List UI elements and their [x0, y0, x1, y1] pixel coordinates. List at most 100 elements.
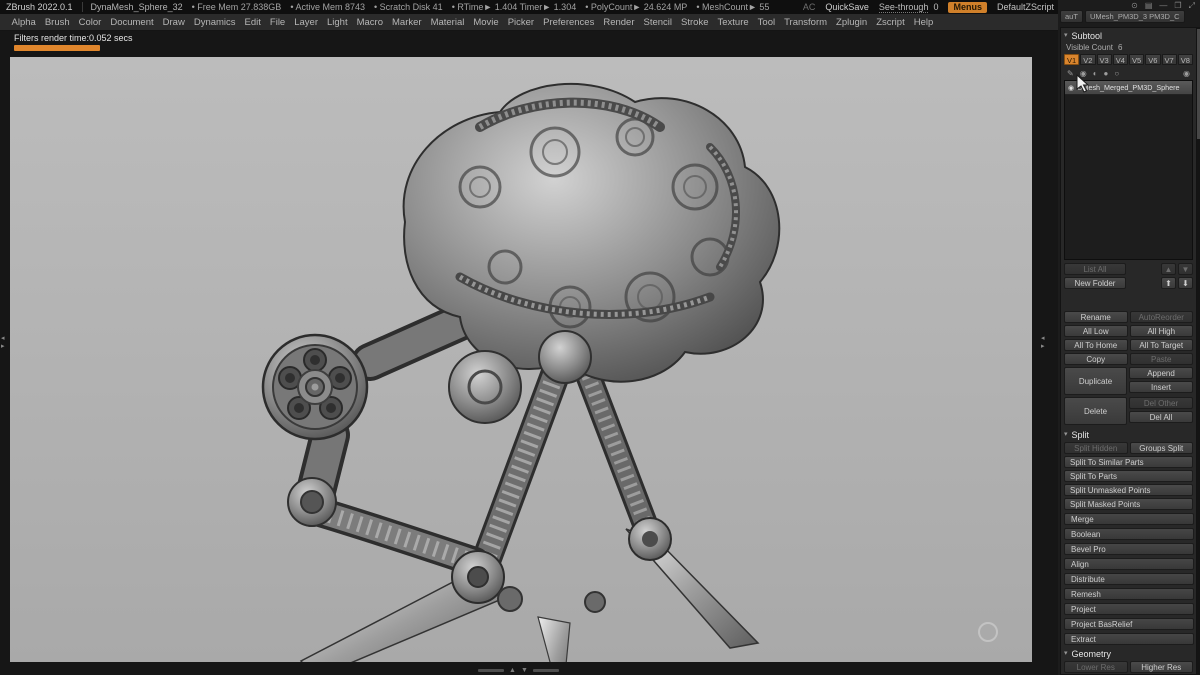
all-to-home-button[interactable]: All To Home: [1064, 339, 1128, 351]
higher-res-button[interactable]: Higher Res: [1130, 661, 1194, 673]
list-all-button[interactable]: List All: [1064, 263, 1126, 275]
tab-v5[interactable]: V5: [1129, 54, 1144, 65]
rename-button[interactable]: Rename: [1064, 311, 1128, 323]
subtool-list[interactable]: ◉ UMesh_Merged_PM3D_Sphere: [1064, 80, 1193, 260]
dot-icon[interactable]: ⊙: [1131, 1, 1138, 10]
see-through-slider[interactable]: See-through 0: [879, 2, 939, 13]
sculpt-canvas[interactable]: [10, 57, 1032, 662]
split-to-similar-parts-button[interactable]: Split To Similar Parts: [1064, 456, 1193, 468]
menu-item-stroke[interactable]: Stroke: [677, 15, 713, 30]
split-to-parts-button[interactable]: Split To Parts: [1064, 470, 1193, 482]
menu-item-stencil[interactable]: Stencil: [639, 15, 677, 30]
all-low-button[interactable]: All Low: [1064, 325, 1128, 337]
delete-button[interactable]: Delete: [1064, 397, 1127, 425]
minimize-icon[interactable]: —: [1159, 1, 1167, 10]
copy-button[interactable]: Copy: [1064, 353, 1128, 365]
menu-item-zscript[interactable]: Zscript: [872, 15, 910, 30]
subtool-section-header[interactable]: ▾ Subtool: [1064, 30, 1193, 41]
menu-item-light[interactable]: Light: [322, 15, 352, 30]
duplicate-button[interactable]: Duplicate: [1064, 367, 1127, 395]
default-zscript-button[interactable]: DefaultZScript: [997, 2, 1054, 12]
menu-item-file[interactable]: File: [265, 15, 289, 30]
sphere-icon[interactable]: ●: [1104, 69, 1109, 78]
stat-scratch-disk: • Scratch Disk 41: [374, 2, 443, 12]
bevel-pro-subpalette[interactable]: Bevel Pro: [1064, 543, 1194, 555]
align-subpalette[interactable]: Align: [1064, 558, 1194, 570]
eye-all-icon[interactable]: ◉: [1183, 69, 1190, 78]
tab-v1[interactable]: V1: [1064, 54, 1079, 65]
split-masked-points-button[interactable]: Split Masked Points: [1064, 498, 1193, 510]
scrollbar-track[interactable]: [533, 669, 559, 672]
canvas-scrollbar[interactable]: ▲ ▼: [478, 667, 559, 674]
boolean-subpalette[interactable]: Boolean: [1064, 528, 1194, 540]
lower-res-button[interactable]: Lower Res: [1064, 661, 1128, 673]
menu-item-draw[interactable]: Draw: [158, 15, 189, 30]
project-basrelief-subpalette[interactable]: Project BasRelief: [1064, 618, 1194, 630]
quicksave-button[interactable]: QuickSave: [825, 2, 869, 12]
subtool-down-button[interactable]: ▼: [1178, 263, 1193, 275]
pencil-icon[interactable]: ✎: [1067, 69, 1074, 78]
menu-item-material[interactable]: Material: [426, 15, 469, 30]
tab-v4[interactable]: V4: [1113, 54, 1128, 65]
menu-item-marker[interactable]: Marker: [388, 15, 427, 30]
subtool-up-button[interactable]: ▲: [1161, 263, 1176, 275]
menus-button[interactable]: Menus: [948, 2, 987, 13]
del-all-button[interactable]: Del All: [1129, 411, 1193, 423]
distribute-subpalette[interactable]: Distribute: [1064, 573, 1194, 585]
new-folder-button[interactable]: New Folder: [1064, 277, 1126, 289]
tab-v8[interactable]: V8: [1178, 54, 1193, 65]
menu-item-preferences[interactable]: Preferences: [539, 15, 599, 30]
scrollbar-track[interactable]: [478, 669, 504, 672]
all-high-button[interactable]: All High: [1130, 325, 1194, 337]
menu-item-dynamics[interactable]: Dynamics: [189, 15, 240, 30]
shaded-sphere-icon[interactable]: ◐: [1093, 69, 1098, 78]
split-section-header[interactable]: ▾ Split: [1064, 429, 1193, 440]
tool-tab-current[interactable]: UMesh_PM3D_3 PM3D_C: [1085, 10, 1185, 23]
merge-subpalette[interactable]: Merge: [1064, 513, 1194, 525]
expand-icon[interactable]: ⤢: [1189, 1, 1195, 10]
right-tray-toggle[interactable]: ◂ ▸: [1041, 335, 1049, 350]
remesh-subpalette[interactable]: Remesh: [1064, 588, 1194, 600]
geometry-section-header[interactable]: ▾ Geometry: [1064, 648, 1193, 659]
menu-item-macro[interactable]: Macro: [352, 15, 387, 30]
extract-subpalette[interactable]: Extract: [1064, 633, 1194, 645]
move-to-top-button[interactable]: ⬆: [1161, 277, 1176, 289]
split-hidden-button[interactable]: Split Hidden: [1064, 442, 1128, 454]
tab-v3[interactable]: V3: [1097, 54, 1112, 65]
wire-sphere-icon[interactable]: ○: [1114, 69, 1119, 78]
menu-item-edit[interactable]: Edit: [240, 15, 265, 30]
menu-item-color[interactable]: Color: [74, 15, 106, 30]
auto-reorder-button[interactable]: AutoReorder: [1130, 311, 1194, 323]
menu-item-zplugin[interactable]: Zplugin: [832, 15, 872, 30]
tab-v6[interactable]: V6: [1145, 54, 1160, 65]
menu-item-tool[interactable]: Tool: [753, 15, 779, 30]
split-unmasked-points-button[interactable]: Split Unmasked Points: [1064, 484, 1193, 496]
left-tray-toggle[interactable]: ◂ ▸: [1, 335, 9, 350]
tab-v7[interactable]: V7: [1162, 54, 1177, 65]
menu-item-transform[interactable]: Transform: [780, 15, 832, 30]
tool-tab-partial[interactable]: auT: [1060, 10, 1083, 23]
scroll-up-icon[interactable]: ▲: [509, 667, 516, 674]
menu-item-picker[interactable]: Picker: [503, 15, 538, 30]
menu-item-texture[interactable]: Texture: [713, 15, 753, 30]
menu-item-alpha[interactable]: Alpha: [7, 15, 40, 30]
scroll-down-icon[interactable]: ▼: [521, 667, 528, 674]
append-button[interactable]: Append: [1129, 367, 1193, 379]
all-to-target-button[interactable]: All To Target: [1130, 339, 1194, 351]
menu-item-movie[interactable]: Movie: [469, 15, 503, 30]
insert-button[interactable]: Insert: [1129, 381, 1193, 393]
tab-v2[interactable]: V2: [1080, 54, 1095, 65]
restore-icon[interactable]: ❐: [1174, 1, 1181, 10]
project-subpalette[interactable]: Project: [1064, 603, 1194, 615]
menu-item-document[interactable]: Document: [106, 15, 158, 30]
groups-split-button[interactable]: Groups Split: [1130, 442, 1194, 454]
menu-item-help[interactable]: Help: [909, 15, 938, 30]
del-other-button[interactable]: Del Other: [1129, 397, 1193, 409]
menu-item-brush[interactable]: Brush: [40, 15, 74, 30]
menu-item-layer[interactable]: Layer: [290, 15, 323, 30]
paste-button[interactable]: Paste: [1130, 353, 1194, 365]
menu-item-render[interactable]: Render: [599, 15, 639, 30]
move-to-bottom-button[interactable]: ⬇: [1178, 277, 1193, 289]
visibility-eye-icon[interactable]: ◉: [1068, 83, 1074, 92]
list-icon[interactable]: ▤: [1145, 1, 1153, 10]
